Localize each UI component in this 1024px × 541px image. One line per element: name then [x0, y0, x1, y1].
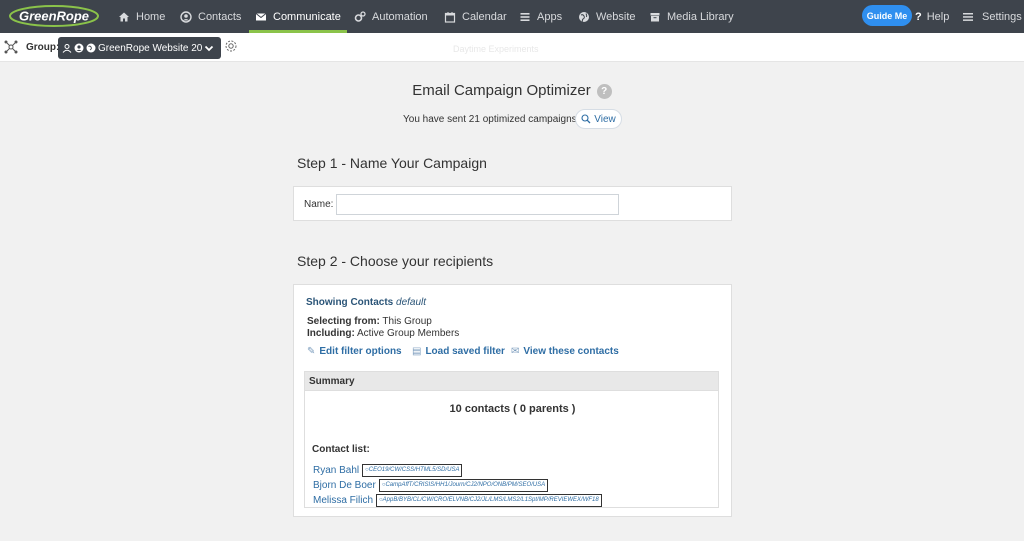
- guide-me-button[interactable]: Guide Me: [862, 5, 912, 26]
- load-filter-link[interactable]: ▤ Load saved filter: [412, 346, 505, 357]
- nav-website[interactable]: Website: [578, 0, 636, 33]
- contact-tags: ○CEO19/CW/CSS/HTML5/SD/USA: [362, 464, 463, 477]
- nav-media-library-label: Media Library: [667, 10, 734, 23]
- including-value: Active Group Members: [357, 328, 460, 339]
- gear-icon[interactable]: [224, 39, 238, 53]
- page-title-text: Email Campaign Optimizer: [412, 82, 591, 99]
- contact-row[interactable]: Melissa Filich ○AppB/BYB/CL/CW/CRO/ELVNB…: [313, 494, 602, 507]
- menu-icon: [963, 12, 973, 21]
- selecting-from-label: Selecting from:: [307, 316, 380, 327]
- edit-filter-link[interactable]: ✎ Edit filter options: [307, 346, 402, 357]
- globe-icon: [86, 43, 96, 53]
- svg-text:GreenRope: GreenRope: [19, 9, 89, 24]
- nav-help-label: Help: [926, 10, 950, 23]
- contact-row[interactable]: Bjorn De Boer ○CampAffT/CRISIS/HH1/Journ…: [313, 479, 549, 492]
- view-campaigns-label: View: [594, 113, 616, 125]
- nav-automation[interactable]: Automation: [354, 0, 428, 33]
- home-icon: [119, 12, 129, 21]
- calendar-icon: [444, 11, 456, 23]
- showing-contacts: Showing Contacts default: [306, 297, 426, 308]
- view-contacts-link[interactable]: ✉ View these contacts: [511, 346, 619, 357]
- users-icon: [62, 44, 72, 53]
- nav-communicate[interactable]: Communicate: [249, 0, 347, 33]
- search-icon: [581, 114, 591, 124]
- nav-help[interactable]: ? Help: [915, 0, 949, 33]
- group-select[interactable]: GreenRope Website 20: [58, 37, 221, 59]
- gears-icon: [354, 10, 366, 22]
- contact-tags-text: AppB/BYB/CL/CW/CRO/ELVNB/CJ2/JL/LMS/LMS2…: [382, 497, 599, 503]
- step2-panel: Showing Contacts default Selecting from:…: [293, 284, 732, 517]
- faint-header-text: Daytime Experiments: [453, 44, 539, 54]
- selecting-from-line: Selecting from: This Group: [307, 316, 432, 327]
- group-select-value: GreenRope Website 20: [98, 42, 202, 54]
- nav-home-label: Home: [136, 10, 166, 23]
- nav-apps[interactable]: Apps: [519, 0, 562, 33]
- nav-settings[interactable]: Settings: [962, 0, 1022, 33]
- sent-campaigns-text: You have sent 21 optimized campaigns: [403, 114, 577, 125]
- nav-automation-label: Automation: [372, 10, 428, 23]
- save-icon: ▤: [412, 346, 422, 357]
- step1-panel: Name:: [293, 186, 732, 221]
- edit-filter-label: Edit filter options: [319, 346, 402, 357]
- contact-name[interactable]: Ryan Bahl: [313, 465, 359, 476]
- greenrope-logo[interactable]: GreenRope: [8, 4, 100, 28]
- showing-contacts-value: default: [396, 297, 427, 308]
- contact-name[interactable]: Melissa Filich: [313, 495, 373, 506]
- contact-tags: ○CampAffT/CRISIS/HH1/Journ/CJ2/NPO/ONB/P…: [378, 479, 549, 492]
- contacts-icon: [180, 10, 192, 23]
- contact-name[interactable]: Bjorn De Boer: [313, 480, 376, 491]
- globe-icon: [579, 11, 589, 22]
- nav-calendar[interactable]: Calendar: [444, 0, 507, 33]
- summary-box: Summary 10 contacts ( 0 parents ) Contac…: [304, 371, 719, 508]
- pencil-icon: ✎: [307, 346, 316, 357]
- media-library-icon: [650, 12, 660, 21]
- apps-icon: [520, 12, 530, 21]
- group-bar: Group: GreenRope Website 20 Daytime Expe…: [0, 33, 1024, 62]
- help-circle-icon[interactable]: ?: [596, 84, 612, 99]
- nav-media-library[interactable]: Media Library: [649, 0, 734, 33]
- envelope-icon: [255, 12, 267, 20]
- nav-website-label: Website: [596, 10, 636, 23]
- view-campaigns-button[interactable]: View: [575, 109, 622, 129]
- load-filter-label: Load saved filter: [425, 346, 505, 357]
- nav-communicate-label: Communicate: [273, 10, 341, 23]
- nav-contacts[interactable]: Contacts: [180, 0, 241, 33]
- step2-heading: Step 2 - Choose your recipients: [297, 253, 494, 269]
- chevron-down-icon: [204, 45, 214, 52]
- contact-tags-text: CampAffT/CRISIS/HH1/Journ/CJ2/NPO/ONB/PM…: [385, 482, 546, 488]
- top-navigation: GreenRope Home Contacts Communicate Auto…: [0, 0, 1024, 33]
- step1-heading: Step 1 - Name Your Campaign: [297, 155, 487, 171]
- group-label: Group:: [26, 42, 60, 53]
- showing-contacts-label: Showing Contacts: [306, 297, 394, 308]
- nav-apps-label: Apps: [537, 10, 563, 23]
- contact-row[interactable]: Ryan Bahl ○CEO19/CW/CSS/HTML5/SD/USA: [313, 464, 463, 477]
- campaign-name-input[interactable]: [336, 194, 619, 215]
- question-mark-icon: ?: [915, 10, 922, 23]
- contact-list-label: Contact list:: [312, 444, 370, 455]
- summary-title: Summary: [305, 372, 718, 391]
- contact-tags-text: CEO19/CW/CSS/HTML5/SD/USA: [368, 467, 460, 473]
- nav-calendar-label: Calendar: [462, 10, 507, 23]
- envelope-icon: ✉: [511, 346, 520, 357]
- page-title: Email Campaign Optimizer?: [0, 82, 1024, 99]
- including-line: Including: Active Group Members: [307, 328, 459, 339]
- contact-circle-icon: [74, 43, 84, 53]
- nav-settings-label: Settings: [982, 10, 1022, 23]
- nav-contacts-label: Contacts: [198, 10, 242, 23]
- selecting-from-value: This Group: [382, 316, 432, 327]
- view-contacts-label: View these contacts: [523, 346, 619, 357]
- contact-tags: ○AppB/BYB/CL/CW/CRO/ELVNB/CJ2/JL/LMS/LMS…: [376, 494, 602, 507]
- campaign-name-label: Name:: [304, 199, 334, 210]
- contact-count: 10 contacts ( 0 parents ): [449, 403, 576, 415]
- including-label: Including:: [307, 328, 355, 339]
- network-icon[interactable]: [4, 40, 18, 54]
- nav-home[interactable]: Home: [118, 0, 165, 33]
